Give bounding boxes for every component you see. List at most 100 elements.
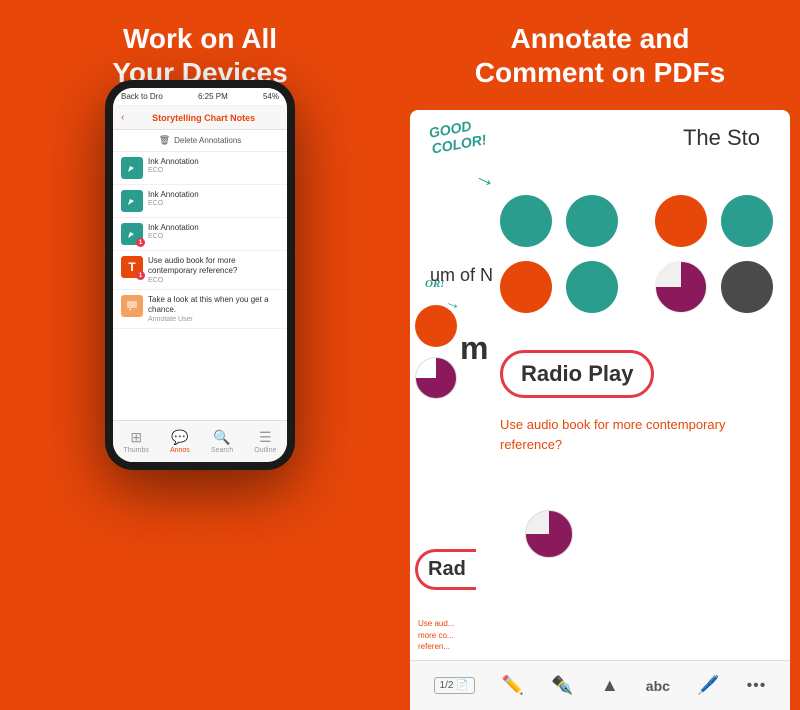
- signature-tool[interactable]: 🖊️: [697, 675, 719, 696]
- annotation-content-4: Use audio book for more contemporary ref…: [148, 256, 279, 284]
- phone-mockup: Back to Dro 6:25 PM 54% ‹ Storytelling C…: [105, 80, 295, 470]
- back-button[interactable]: ‹: [121, 112, 124, 123]
- trash-icon: 🗑: [159, 135, 170, 146]
- annotation-content-5: Take a look at this when you get a chanc…: [148, 295, 279, 323]
- ink-annotation-icon-2: [121, 190, 143, 212]
- annotation-title-4: Use audio book for more contemporary ref…: [148, 256, 279, 277]
- rad-text: Rad: [428, 558, 466, 580]
- outline-icon: ☰: [259, 429, 272, 446]
- rad-partial-box: Rad: [415, 549, 476, 590]
- left-small-circles: [415, 305, 457, 399]
- phone-tab-bar: ⊞ Thumbs 💬 Annos 🔍 Search ☰: [113, 420, 287, 462]
- circle-teal-1: [500, 195, 552, 247]
- rad-partial: Rad: [415, 549, 476, 590]
- right-header: Annotate and Comment on PDFs: [400, 0, 800, 105]
- circle-orange: [500, 261, 552, 313]
- ink-annotation-icon-1: [121, 157, 143, 179]
- annos-label: Annos: [170, 447, 190, 454]
- radio-play-container: Radio Play: [500, 350, 654, 398]
- annotation-sub-4: ECO: [148, 277, 279, 284]
- circles-grid: [500, 195, 618, 313]
- more-icon: •••: [747, 677, 767, 695]
- text-tool[interactable]: abc: [646, 678, 670, 694]
- left-panel: Work on All Your Devices Back to Dro 6:2…: [0, 0, 400, 710]
- badge-2: 1: [136, 271, 145, 280]
- audio-book-description: Use audio book for more contemporary ref…: [500, 415, 780, 454]
- thumbs-label: Thumbs: [124, 447, 149, 454]
- um-of-text: um of N: [430, 265, 493, 286]
- circle-teal-4: [721, 195, 773, 247]
- page-indicator: 1/2 📄: [434, 677, 475, 694]
- right-panel: Annotate and Comment on PDFs GOODCOLOR! …: [400, 0, 800, 710]
- list-item[interactable]: 1 Ink Annotation ECO: [113, 218, 287, 251]
- annotation-title-5: Take a look at this when you get a chanc…: [148, 295, 279, 316]
- signature-icon: 🖊️: [697, 675, 719, 696]
- app-container: Work on All Your Devices Back to Dro 6:2…: [0, 0, 800, 710]
- annotation-arrow-1: →: [471, 162, 502, 195]
- handwriting-annotation: GOODCOLOR!: [428, 115, 488, 156]
- right-header-line2: Comment on PDFs: [420, 56, 780, 90]
- circle-teal-2: [566, 195, 618, 247]
- annotation-title-2: Ink Annotation: [148, 190, 279, 200]
- bottom-audio-text: Use aud...more co...referen...: [418, 618, 533, 652]
- list-item[interactable]: Ink Annotation ECO: [113, 185, 287, 218]
- list-item[interactable]: Ink Annotation ECO: [113, 152, 287, 185]
- annos-icon: 💬: [171, 429, 188, 446]
- thumbs-icon: ⊞: [130, 429, 142, 446]
- annotation-title-3: Ink Annotation: [148, 223, 279, 233]
- right-header-line1: Annotate and: [420, 22, 780, 56]
- delete-annotations-bar[interactable]: 🗑 Delete Annotations: [113, 130, 287, 152]
- circle-orange-2: [655, 195, 707, 247]
- pencil-icon: ✏️: [502, 675, 524, 696]
- annotation-sub-3: ECO: [148, 233, 279, 240]
- annotation-sub-5: Annotate User: [148, 316, 279, 323]
- small-circle-pie: [415, 357, 457, 399]
- list-item[interactable]: Take a look at this when you get a chanc…: [113, 290, 287, 329]
- delete-annotations-label: Delete Annotations: [174, 136, 241, 145]
- annotation-content-2: Ink Annotation ECO: [148, 190, 279, 207]
- list-item[interactable]: T 1 Use audio book for more contemporary…: [113, 251, 287, 290]
- tab-annos[interactable]: 💬 Annos: [170, 429, 190, 454]
- tab-outline[interactable]: ☰ Outline: [254, 429, 276, 454]
- radio-play-box: Radio Play: [500, 350, 654, 398]
- search-label: Search: [211, 447, 233, 454]
- annotation-title-1: Ink Annotation: [148, 157, 279, 167]
- highlighter-icon: ▲: [601, 675, 619, 696]
- small-pie-chart: [525, 510, 573, 558]
- battery-display: 54%: [263, 92, 279, 101]
- back-to-dropbox: Back to Dro: [121, 92, 163, 101]
- page-indicator-item: 1/2 📄: [434, 677, 475, 694]
- phone-nav-bar: ‹ Storytelling Chart Notes: [113, 106, 287, 130]
- ink-annotation-icon-3: 1: [121, 223, 143, 245]
- pen-icon: ✒️: [551, 675, 573, 696]
- small-circle-orange: [415, 305, 457, 347]
- header-line1: Work on All: [112, 22, 287, 56]
- phone-body: Back to Dro 6:25 PM 54% ‹ Storytelling C…: [105, 80, 295, 470]
- tab-thumbs[interactable]: ⊞ Thumbs: [124, 429, 149, 454]
- pdf-mockup: GOODCOLOR! → The Sto OR! →: [410, 110, 790, 710]
- screen-title: Storytelling Chart Notes: [128, 113, 279, 123]
- annotation-list: Ink Annotation ECO Ink Annotation ECO: [113, 152, 287, 420]
- phone-status-bar: Back to Dro 6:25 PM 54%: [113, 88, 287, 106]
- search-icon: 🔍: [213, 429, 230, 446]
- circle-teal-3: [566, 261, 618, 313]
- right-circles-grid: [655, 195, 773, 313]
- more-tools[interactable]: •••: [747, 677, 767, 695]
- badge-1: 1: [136, 238, 145, 247]
- annotation-content-1: Ink Annotation ECO: [148, 157, 279, 174]
- radio-play-label: Radio Play: [521, 361, 633, 386]
- highlighter-tool[interactable]: ▲: [601, 675, 619, 696]
- outline-label: Outline: [254, 447, 276, 454]
- pen-tool[interactable]: ✒️: [551, 675, 573, 696]
- pencil-tool[interactable]: ✏️: [502, 675, 524, 696]
- phone-screen: Back to Dro 6:25 PM 54% ‹ Storytelling C…: [113, 88, 287, 462]
- annotation-content-3: Ink Annotation ECO: [148, 223, 279, 240]
- tab-search[interactable]: 🔍 Search: [211, 429, 233, 454]
- time-display: 6:25 PM: [198, 92, 228, 101]
- m-letter: m: [460, 330, 488, 367]
- annotation-sub-2: ECO: [148, 200, 279, 207]
- pdf-title-partial: The Sto: [683, 125, 760, 151]
- circle-pie-purple: [655, 261, 707, 313]
- text-icon: abc: [646, 678, 670, 694]
- circle-dark: [721, 261, 773, 313]
